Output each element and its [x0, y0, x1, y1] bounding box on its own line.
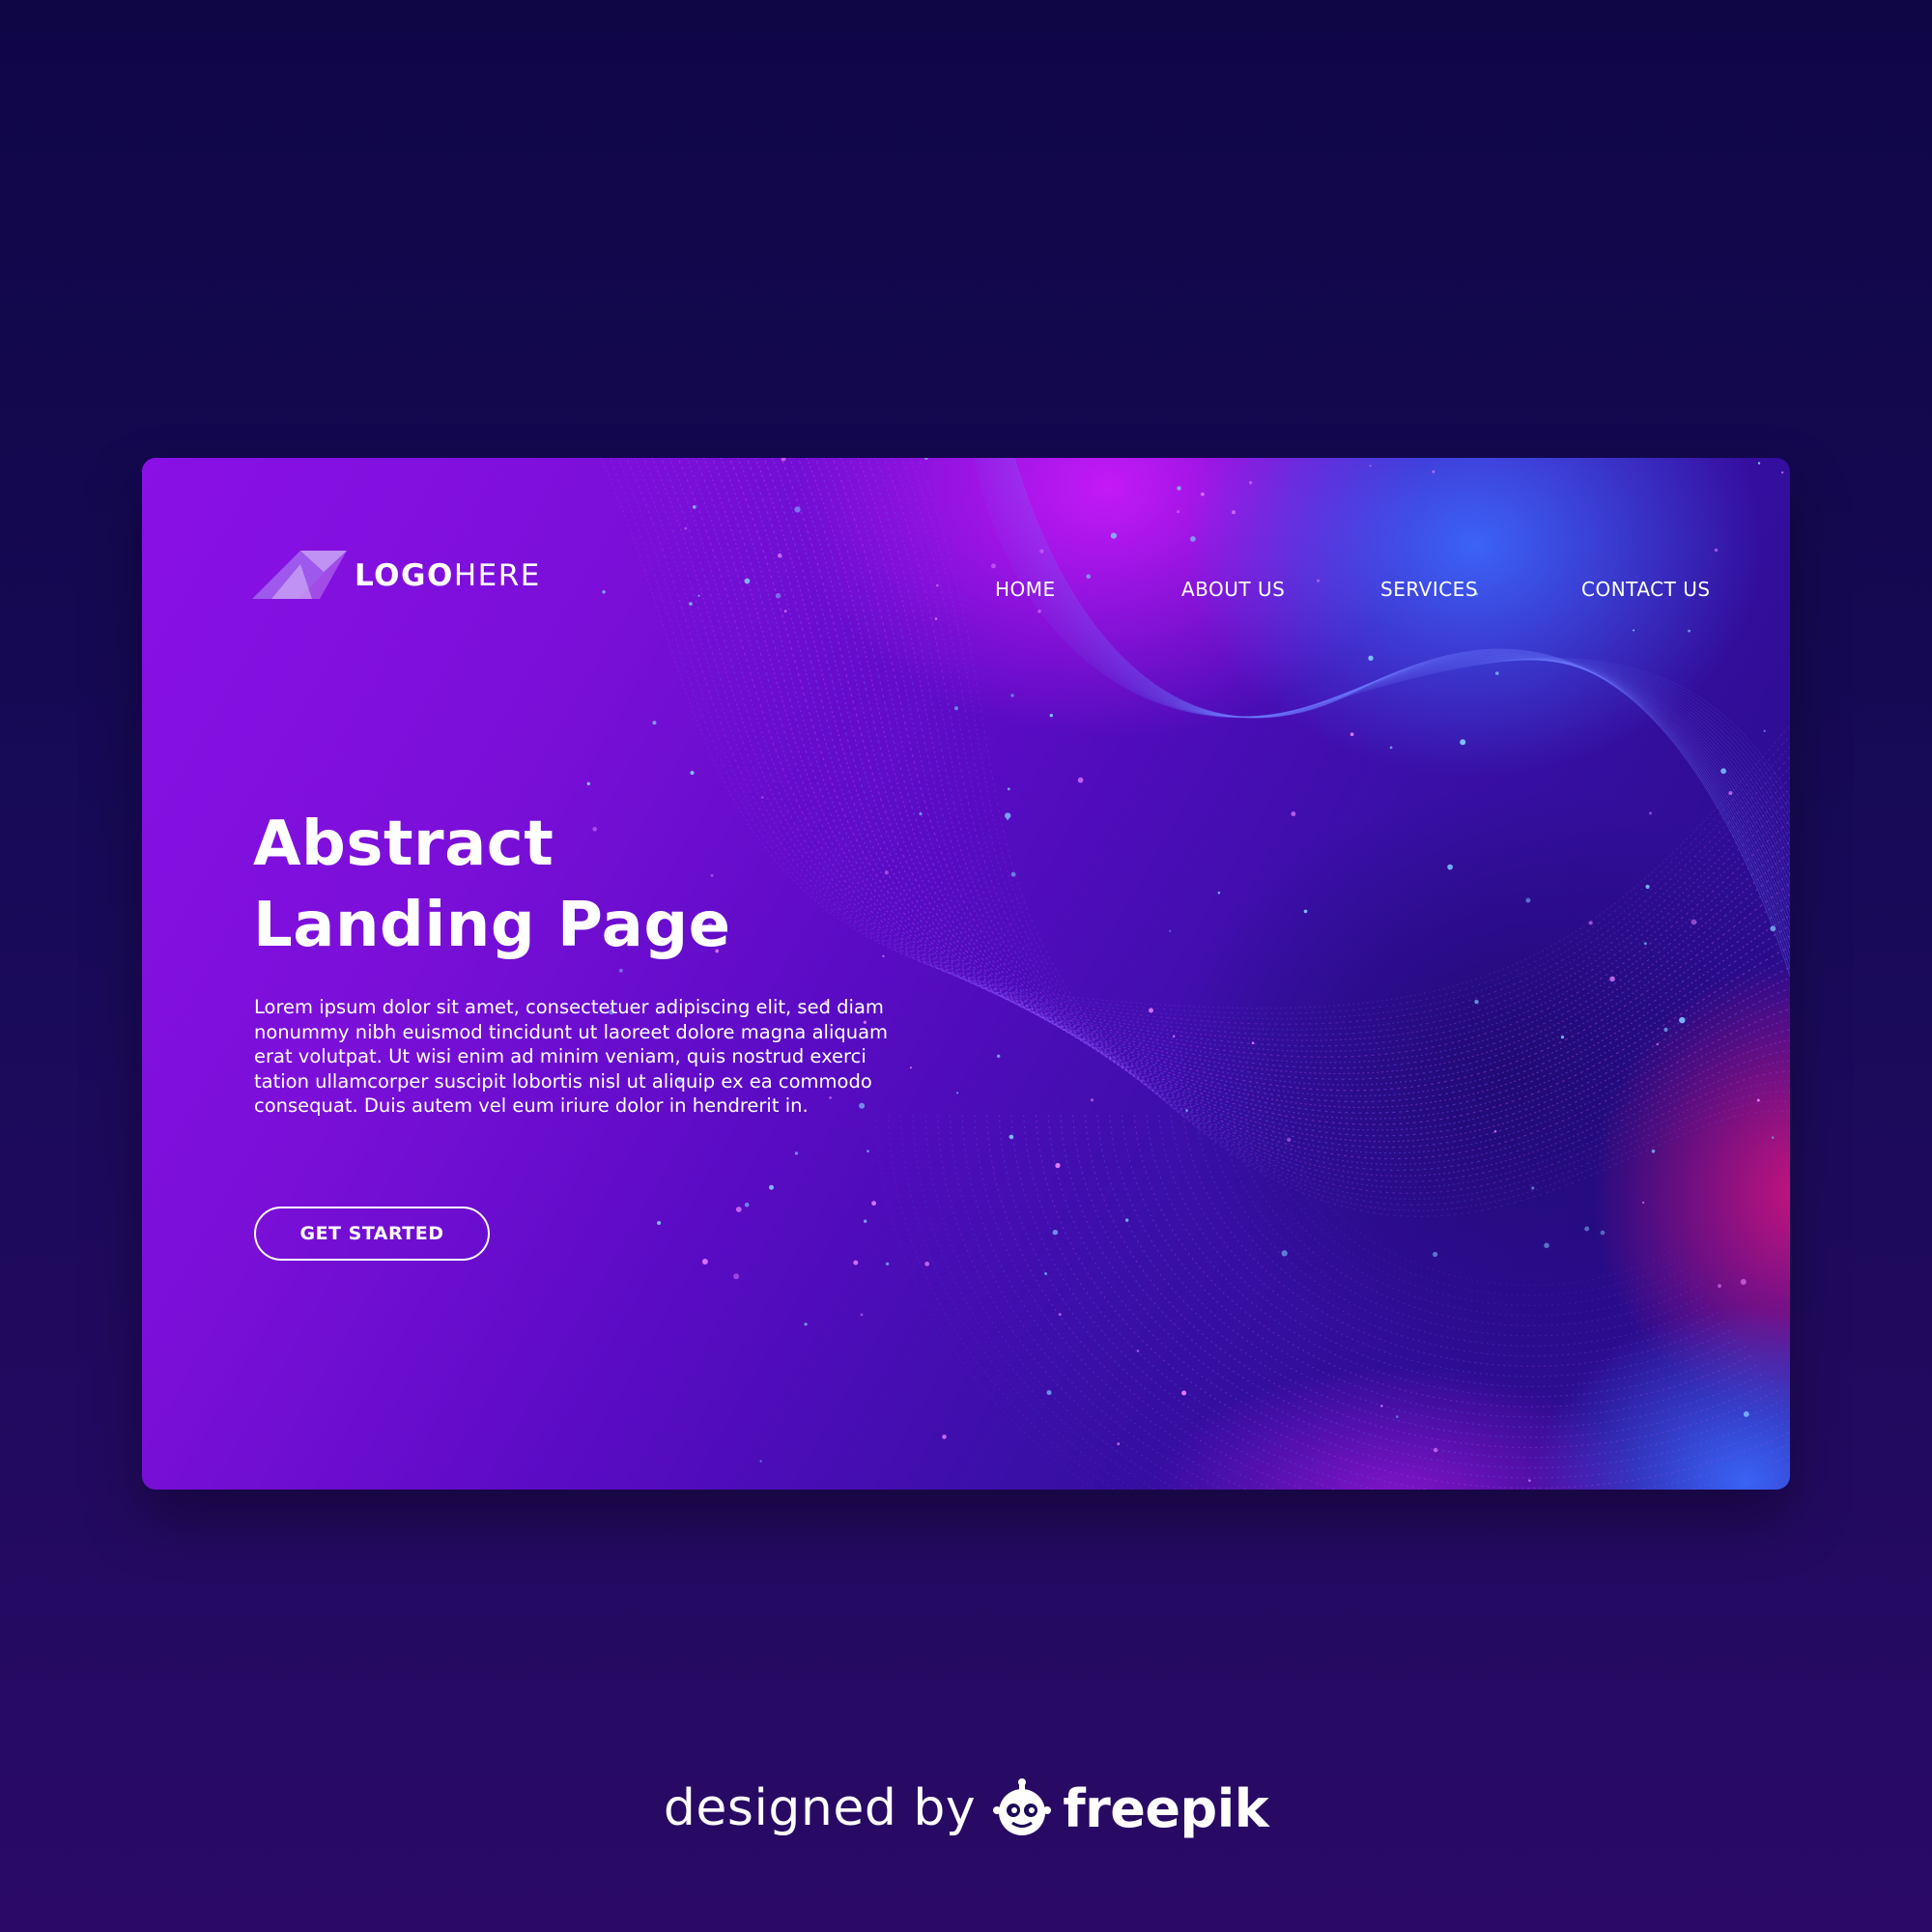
hero-description: Lorem ipsum dolor sit amet, consectetuer… [254, 996, 889, 1118]
designer-credit: designed by freepik [0, 1777, 1932, 1839]
hero-title-line-2: Landing Page [253, 890, 731, 961]
credit-brand: freepik [1063, 1777, 1269, 1839]
logo-wordmark: LOGOHERE [355, 558, 541, 593]
freepik-robot-icon [993, 1778, 1052, 1835]
get-started-button[interactable]: GET STARTED [254, 1207, 490, 1261]
nav-item-contact-us[interactable]: CONTACT US [1581, 578, 1711, 601]
logo-text-bold: LOGO [355, 558, 454, 593]
logo[interactable]: LOGOHERE [252, 551, 541, 601]
abstract-wave-background [586, 458, 1790, 1490]
nav-item-home[interactable]: HOME [995, 578, 1056, 601]
logo-text-light: HERE [453, 558, 541, 593]
landing-card: LOGOHERE HOME ABOUT US SERVICES CONTACT … [142, 458, 1790, 1490]
hero-title-line-1: Abstract [253, 809, 554, 880]
nav-item-services[interactable]: SERVICES [1380, 578, 1478, 601]
nav-item-about-us[interactable]: ABOUT US [1181, 578, 1285, 601]
logo-mark-icon [252, 551, 347, 599]
credit-prefix: designed by [663, 1779, 977, 1837]
hero-title: Abstract Landing Page [253, 804, 731, 966]
